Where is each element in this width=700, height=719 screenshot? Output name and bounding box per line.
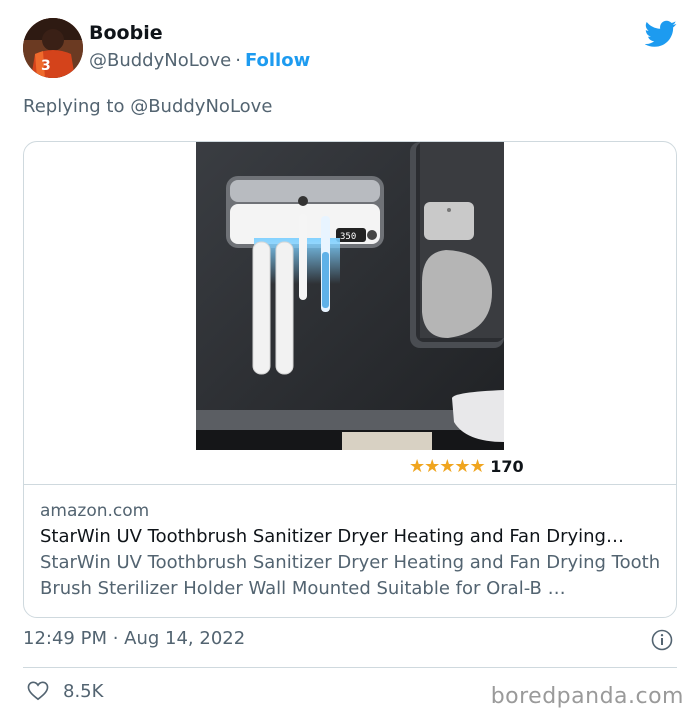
- rating-stars: ★★★★★: [409, 456, 486, 477]
- author-handle[interactable]: @BuddyNoLove: [89, 50, 231, 71]
- footer-divider: [23, 667, 677, 668]
- follow-button[interactable]: Follow: [245, 50, 310, 71]
- link-card[interactable]: 350 ★★★★★ 170 amazon.com StarWin UV Toot…: [23, 141, 677, 618]
- rating-count: 170: [490, 457, 524, 476]
- card-description: StarWin UV Toothbrush Sanitizer Dryer He…: [40, 552, 661, 599]
- product-image: 350: [196, 142, 504, 450]
- card-domain: amazon.com: [40, 501, 150, 521]
- author-name[interactable]: Boobie: [89, 22, 163, 44]
- card-title: StarWin UV Toothbrush Sanitizer Dryer He…: [40, 526, 624, 547]
- author-handle-row: @BuddyNoLove · Follow: [89, 50, 310, 71]
- display-readout: 350: [340, 232, 356, 242]
- handle-separator: ·: [235, 50, 241, 71]
- watermark: boredpanda.com: [490, 684, 684, 709]
- info-icon[interactable]: [651, 629, 673, 651]
- avatar[interactable]: 3: [23, 18, 83, 78]
- tweet-timestamp[interactable]: 12:49 PM · Aug 14, 2022: [23, 628, 245, 649]
- product-rating: ★★★★★ 170: [409, 456, 524, 477]
- twitter-bird-icon[interactable]: [645, 20, 677, 48]
- avatar-image: 3: [23, 18, 83, 78]
- card-divider: [24, 484, 676, 485]
- svg-text:3: 3: [41, 58, 51, 74]
- heart-icon[interactable]: [27, 681, 49, 701]
- like-count[interactable]: 8.5K: [63, 681, 103, 702]
- reply-line[interactable]: Replying to @BuddyNoLove: [23, 96, 272, 117]
